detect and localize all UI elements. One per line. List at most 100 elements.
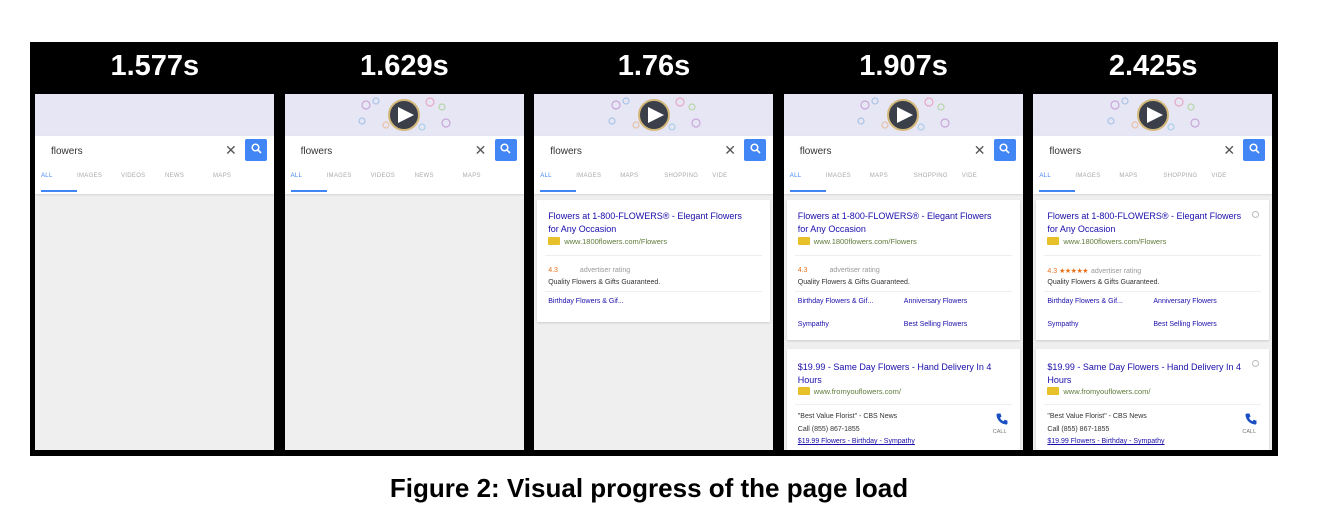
tab-images[interactable]: IMAGES [1075,173,1100,179]
ad-description: Quality Flowers & Gifts Guaranteed. [797,279,910,286]
tab-maps[interactable]: MAPS [213,173,231,179]
sitelink-sympathy[interactable]: Sympathy [798,321,829,328]
tab-maps[interactable]: MAPS [1119,173,1137,179]
close-icon[interactable]: ✕ [475,142,487,159]
ad-title[interactable]: Flowers at 1-800-FLOWERS® - Elegant Flow… [798,210,998,236]
active-tab-indicator [540,190,577,192]
ad-badge-icon [1047,387,1060,395]
sitelink-best-selling[interactable]: Best Selling Flowers [904,321,967,328]
ad-card-1800flowers[interactable]: Flowers at 1-800-FLOWERS® - Elegant Flow… [1036,200,1270,340]
rating-stars-icon: ★★★★★ [1059,268,1089,275]
tab-all[interactable]: ALL [41,173,53,179]
tab-images[interactable]: IMAGES [576,173,601,179]
doodle-banner [534,94,774,136]
tab-all[interactable]: ALL [1039,173,1051,179]
divider [794,255,1012,256]
sitelink-anniversary[interactable]: Anniversary Flowers [1153,298,1216,305]
ad-links[interactable]: $19.99 Flowers - Birthday - Sympathy [1047,438,1164,445]
tab-vide[interactable]: VIDE [1211,173,1226,179]
tab-images[interactable]: IMAGES [826,173,851,179]
tab-shopping[interactable]: SHOPPING [664,173,698,179]
tab-all[interactable]: ALL [291,173,303,179]
search-button[interactable] [993,139,1016,161]
ad-card-1800flowers[interactable]: Flowers at 1-800-FLOWERS® - Elegant Flow… [786,200,1020,340]
call-label[interactable]: CALL [1242,429,1256,435]
ad-url[interactable]: www.fromyouflowers.com/ [797,387,901,396]
search-button[interactable] [245,139,267,161]
sitelink-birthday[interactable]: Birthday Flowers & Gif... [798,298,873,305]
search-input[interactable]: flowers [800,146,832,157]
sitelink-birthday[interactable]: Birthday Flowers & Gif... [548,298,623,305]
search-input[interactable]: flowers [550,146,582,157]
magnifier-icon [500,141,511,159]
sitelink-sympathy[interactable]: Sympathy [1047,321,1078,328]
ad-url[interactable]: www.fromyouflowers.com/ [1047,387,1151,396]
sitelink-birthday[interactable]: Birthday Flowers & Gif... [1047,298,1122,305]
close-icon[interactable]: ✕ [974,142,986,159]
ad-badge-icon [797,237,810,245]
play-icon[interactable] [1101,95,1205,135]
ad-links[interactable]: $19.99 Flowers - Birthday - Sympathy [798,438,915,445]
ad-url[interactable]: www.1800flowers.com/Flowers [548,237,667,246]
info-icon[interactable] [1252,360,1260,367]
info-icon[interactable] [1252,211,1260,218]
phone-screen: flowers ✕ ALL IMAGES VIDEOS NEWS MAPS [35,94,274,450]
search-bar: flowers ✕ ALL IMAGES MAPS SHOPPING VIDE [534,136,774,194]
ad-url[interactable]: www.1800flowers.com/Flowers [1047,237,1166,246]
ad-title[interactable]: Flowers at 1-800-FLOWERS® - Elegant Flow… [1047,210,1247,236]
close-icon[interactable]: ✕ [1223,142,1235,159]
ad-card-1800flowers[interactable]: Flowers at 1-800-FLOWERS® - Elegant Flow… [537,200,771,322]
sitelink-anniversary[interactable]: Anniversary Flowers [904,298,967,305]
tab-images[interactable]: IMAGES [327,173,352,179]
ad-title[interactable]: $19.99 - Same Day Flowers - Hand Deliver… [1047,361,1247,387]
tab-videos[interactable]: VIDEOS [371,173,395,179]
magnifier-icon [750,141,761,159]
doodle-banner [783,94,1023,136]
tab-bar: ALL IMAGES VIDEOS NEWS MAPS [35,170,274,192]
close-icon[interactable]: ✕ [724,142,736,159]
search-input[interactable]: flowers [51,146,83,157]
close-icon[interactable]: ✕ [225,142,237,159]
active-tab-indicator [41,190,77,192]
tab-vide[interactable]: VIDE [962,173,977,179]
phone-icon[interactable] [995,412,1009,426]
tab-all[interactable]: ALL [790,173,802,179]
ad-url-text: www.fromyouflowers.com/ [813,387,901,396]
tab-shopping[interactable]: SHOPPING [1163,173,1197,179]
search-button[interactable] [494,139,517,161]
tab-shopping[interactable]: SHOPPING [914,173,948,179]
advertiser-rating: 4.3 ★★★★★ advertiser rating [1047,267,1141,275]
sitelink-best-selling[interactable]: Best Selling Flowers [1153,321,1216,328]
frame-timestamp: 1.76s [617,50,691,82]
tab-vide[interactable]: VIDE [712,173,727,179]
ad-title[interactable]: $19.99 - Same Day Flowers - Hand Deliver… [798,361,998,387]
tab-maps[interactable]: MAPS [620,173,638,179]
play-icon[interactable] [352,95,456,135]
ad-title[interactable]: Flowers at 1-800-FLOWERS® - Elegant Flow… [548,210,748,236]
frame-timestamp: 2.425s [1108,50,1198,82]
divider [545,255,763,256]
tab-news[interactable]: NEWS [165,173,184,179]
call-label[interactable]: CALL [993,429,1007,435]
search-button[interactable] [744,139,767,161]
ad-url[interactable]: www.1800flowers.com/Flowers [797,237,917,246]
ad-badge-icon [797,387,810,395]
active-tab-indicator [1039,190,1076,192]
tab-videos[interactable]: VIDEOS [121,173,145,179]
tab-all[interactable]: ALL [540,173,552,179]
search-input[interactable]: flowers [301,146,333,157]
tab-news[interactable]: NEWS [415,173,434,179]
search-button[interactable] [1243,139,1266,161]
tab-images[interactable]: IMAGES [77,173,102,179]
phone-icon[interactable] [1244,412,1258,426]
rating-value: 4.3 [548,267,558,274]
ad-card-fromyouflowers[interactable]: $19.99 - Same Day Flowers - Hand Deliver… [786,349,1020,450]
ad-card-fromyouflowers[interactable]: $19.99 - Same Day Flowers - Hand Deliver… [1036,349,1270,450]
search-input[interactable]: flowers [1049,146,1081,157]
tab-bar: ALL IMAGES MAPS SHOPPING VIDE [534,170,773,192]
search-bar: flowers ✕ ALL IMAGES VIDEOS NEWS MAPS [284,136,524,194]
tab-maps[interactable]: MAPS [463,173,481,179]
play-icon[interactable] [851,95,955,135]
tab-maps[interactable]: MAPS [870,173,888,179]
play-icon[interactable] [602,95,706,135]
